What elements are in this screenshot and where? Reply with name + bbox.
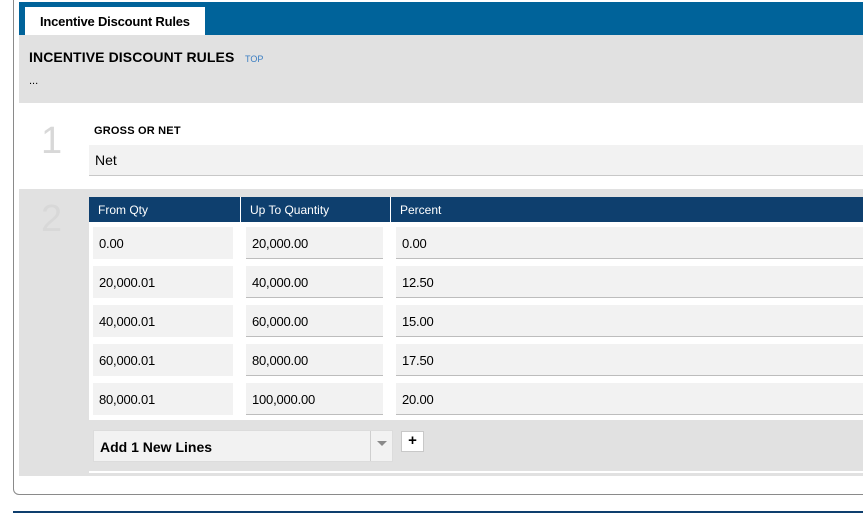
from-qty-cell[interactable]: 0.00 — [93, 227, 233, 259]
add-lines-select-value: Add 1 New Lines — [100, 439, 213, 455]
gross-or-net-field[interactable]: Net — [89, 145, 863, 176]
percent-cell[interactable]: 0.00 — [396, 227, 863, 259]
up-to-quantity-cell[interactable]: 40,000.00 — [246, 266, 383, 298]
from-qty-cell[interactable]: 20,000.01 — [93, 266, 233, 298]
add-lines-bar: Add 1 New Lines + — [89, 420, 863, 471]
up-to-quantity-cell[interactable]: 100,000.00 — [246, 383, 383, 415]
percent-cell[interactable]: 17.50 — [396, 344, 863, 376]
table-row: 0.00 20,000.00 0.00 — [89, 225, 863, 264]
table-row: 60,000.01 80,000.00 17.50 — [89, 342, 863, 381]
grid-header: From Qty Up To Quantity Percent — [89, 197, 863, 222]
table-row: 40,000.01 60,000.00 15.00 — [89, 303, 863, 342]
discount-rules-grid: From Qty Up To Quantity Percent 0.00 20,… — [89, 197, 863, 473]
page-title: INCENTIVE DISCOUNT RULES — [29, 49, 235, 65]
add-lines-select[interactable]: Add 1 New Lines — [93, 430, 393, 462]
tab-incentive-discount-rules[interactable]: Incentive Discount Rules — [25, 7, 205, 35]
column-header-from-qty[interactable]: From Qty — [89, 197, 240, 222]
gross-or-net-label: GROSS OR NET — [94, 125, 181, 137]
add-lines-button[interactable]: + — [401, 431, 424, 452]
from-qty-cell[interactable]: 80,000.01 — [93, 383, 233, 415]
plus-icon: + — [408, 432, 417, 449]
table-row: 20,000.01 40,000.00 12.50 — [89, 264, 863, 303]
section-header: INCENTIVE DISCOUNT RULES TOP ... — [19, 35, 863, 103]
section-number-2: 2 — [41, 198, 63, 240]
bottom-panel-edge — [13, 511, 863, 520]
from-qty-cell[interactable]: 60,000.01 — [93, 344, 233, 376]
from-qty-cell[interactable]: 40,000.01 — [93, 305, 233, 337]
section-number-1: 1 — [41, 120, 63, 162]
percent-cell[interactable]: 12.50 — [396, 266, 863, 298]
up-to-quantity-cell[interactable]: 80,000.00 — [246, 344, 383, 376]
chevron-down-icon[interactable] — [370, 431, 392, 461]
tab-bar: Incentive Discount Rules — [19, 2, 863, 35]
percent-cell[interactable]: 15.00 — [396, 305, 863, 337]
table-row: 80,000.01 100,000.00 20.00 — [89, 381, 863, 420]
top-link[interactable]: TOP — [245, 54, 263, 64]
up-to-quantity-cell[interactable]: 20,000.00 — [246, 227, 383, 259]
column-header-percent[interactable]: Percent — [391, 197, 863, 222]
up-to-quantity-cell[interactable]: 60,000.00 — [246, 305, 383, 337]
header-description: ... — [29, 75, 39, 87]
percent-cell[interactable]: 20.00 — [396, 383, 863, 415]
column-header-up-to-quantity[interactable]: Up To Quantity — [241, 197, 390, 222]
